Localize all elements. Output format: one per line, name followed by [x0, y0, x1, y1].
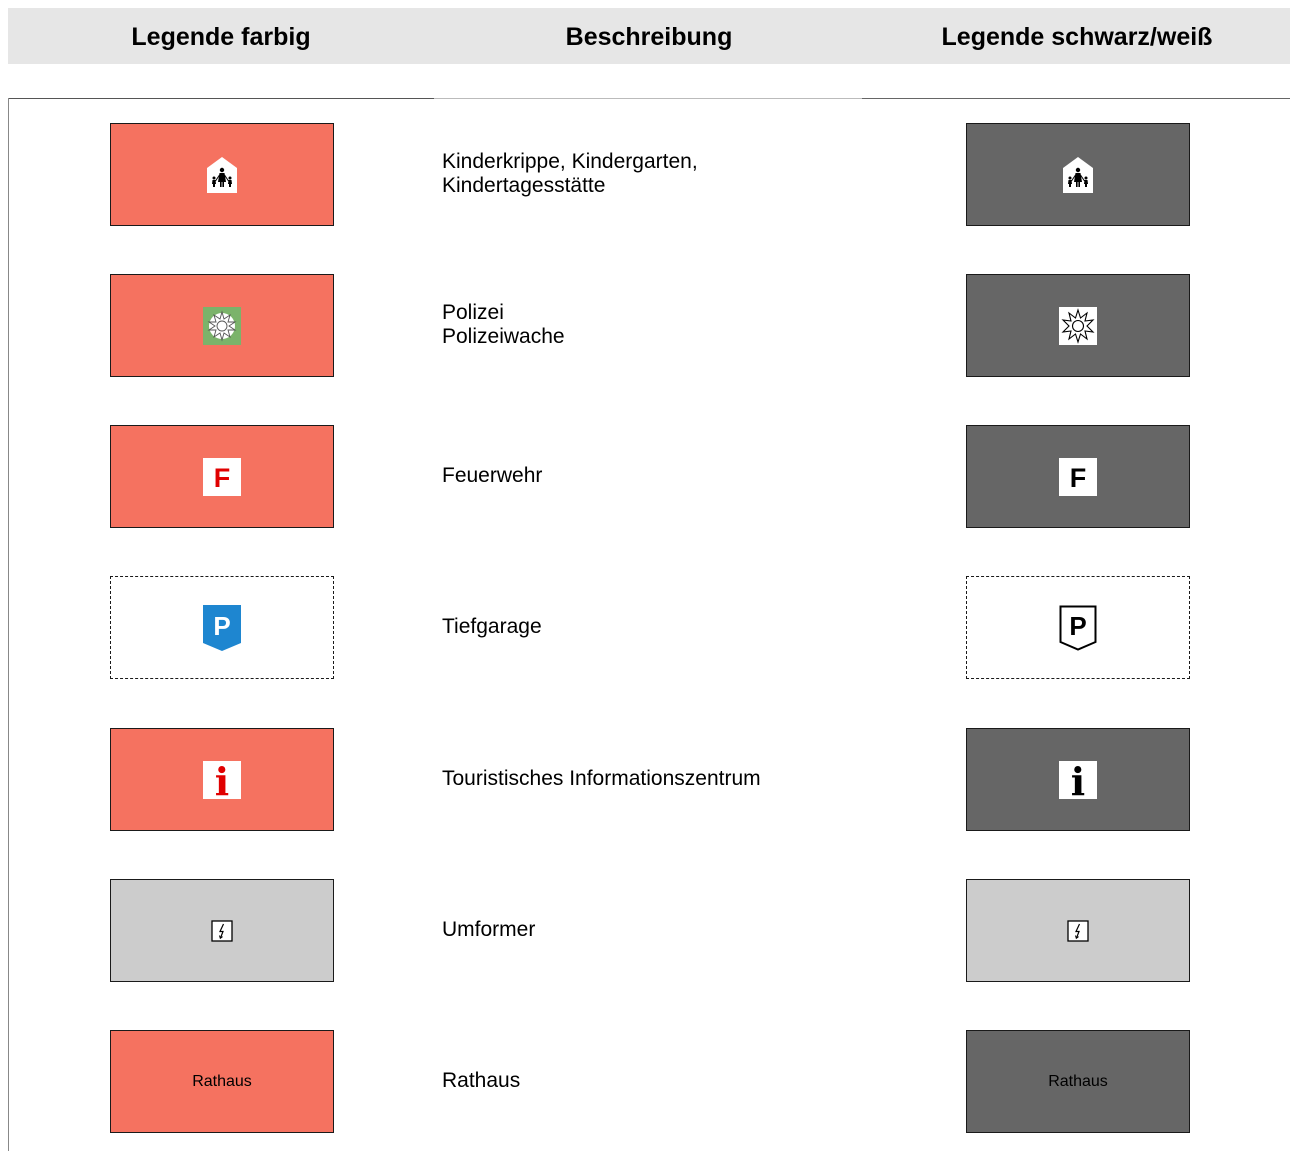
legend-row-transformer: Umformer [0, 879, 1290, 982]
legend-color-swatch: i [110, 728, 334, 831]
legend-color-swatch: F [110, 425, 334, 528]
legend-row-town-hall: Rathaus Rathaus Rathaus [0, 1030, 1290, 1133]
divider [8, 98, 434, 99]
description-line: Rathaus [442, 1069, 521, 1092]
description-line: Kindertagesstätte [442, 174, 606, 197]
legend-bw-swatch: F [966, 425, 1190, 528]
description-line: Kinderkrippe, Kindergarten, [442, 150, 698, 173]
divider [862, 98, 1290, 99]
description-line: Polizei [442, 301, 504, 324]
svg-text:i: i [1071, 761, 1085, 799]
kindergarten-icon [207, 156, 237, 193]
description-line: Umformer [442, 918, 536, 941]
svg-text:F: F [214, 463, 231, 493]
legend-bw-swatch: i [966, 728, 1190, 831]
legend-description: Touristisches Informationszentrum [442, 728, 761, 830]
description-line: Polizeiwache [442, 325, 565, 348]
tourist-info-icon: i [1059, 760, 1097, 799]
transformer-icon [211, 919, 233, 942]
description-line: Tiefgarage [442, 615, 542, 638]
svg-text:F: F [1070, 463, 1087, 493]
legend-color-swatch: Rathaus [110, 1030, 334, 1133]
underground-parking-icon: P [1059, 605, 1097, 651]
legend-description: Tiefgarage [442, 576, 542, 678]
legend-description: Feuerwehr [442, 425, 542, 527]
legend-color-swatch: P [110, 576, 334, 679]
legend-bw-swatch [966, 274, 1190, 377]
column-header-description: Beschreibung [565, 23, 733, 51]
legend-description: Rathaus [442, 1030, 520, 1132]
divider [434, 98, 862, 99]
legend-bw-swatch [966, 879, 1190, 982]
legend-color-swatch [110, 274, 334, 377]
legend-row-tourist-info: i Touristisches Informationszentrum i [0, 728, 1290, 831]
column-header-bw: Legende schwarz/weiß [941, 23, 1213, 51]
column-header-color: Legende farbig [131, 23, 311, 51]
swatch-label: Rathaus [1048, 1072, 1108, 1090]
legend-row-kindergarten: Kinderkrippe, Kindergarten, Kindertagess… [0, 123, 1290, 226]
police-star-icon [203, 306, 241, 345]
legend-description: Polizei Polizeiwache [442, 274, 565, 376]
swatch-label: Rathaus [192, 1072, 252, 1090]
kindergarten-icon [1063, 156, 1093, 193]
svg-text:i: i [215, 761, 229, 799]
legend-color-swatch [110, 123, 334, 226]
fire-station-icon: F [203, 457, 241, 496]
fire-station-icon: F [1059, 457, 1097, 496]
legend-bw-swatch [966, 123, 1190, 226]
police-star-icon [1059, 306, 1097, 345]
legend-bw-swatch: P [966, 576, 1190, 679]
description-line: Touristisches Informationszentrum [442, 767, 761, 790]
legend-color-swatch [110, 879, 334, 982]
tourist-info-icon: i [203, 760, 241, 799]
legend-row-fire-station: F Feuerwehr F [0, 425, 1290, 528]
svg-text:P: P [1069, 611, 1086, 641]
legend-header: Legende farbig Beschreibung Legende schw… [8, 8, 1290, 64]
svg-text:P: P [213, 611, 230, 641]
transformer-icon [1067, 919, 1089, 942]
description-line: Feuerwehr [442, 464, 543, 487]
legend-description: Umformer [442, 879, 535, 981]
legend-row-underground-parking: P Tiefgarage P [0, 576, 1290, 679]
legend-row-police: Polizei Polizeiwache [0, 274, 1290, 377]
legend-bw-swatch: Rathaus [966, 1030, 1190, 1133]
underground-parking-icon: P [203, 604, 241, 651]
legend-description: Kinderkrippe, Kindergarten, Kindertagess… [442, 123, 698, 225]
